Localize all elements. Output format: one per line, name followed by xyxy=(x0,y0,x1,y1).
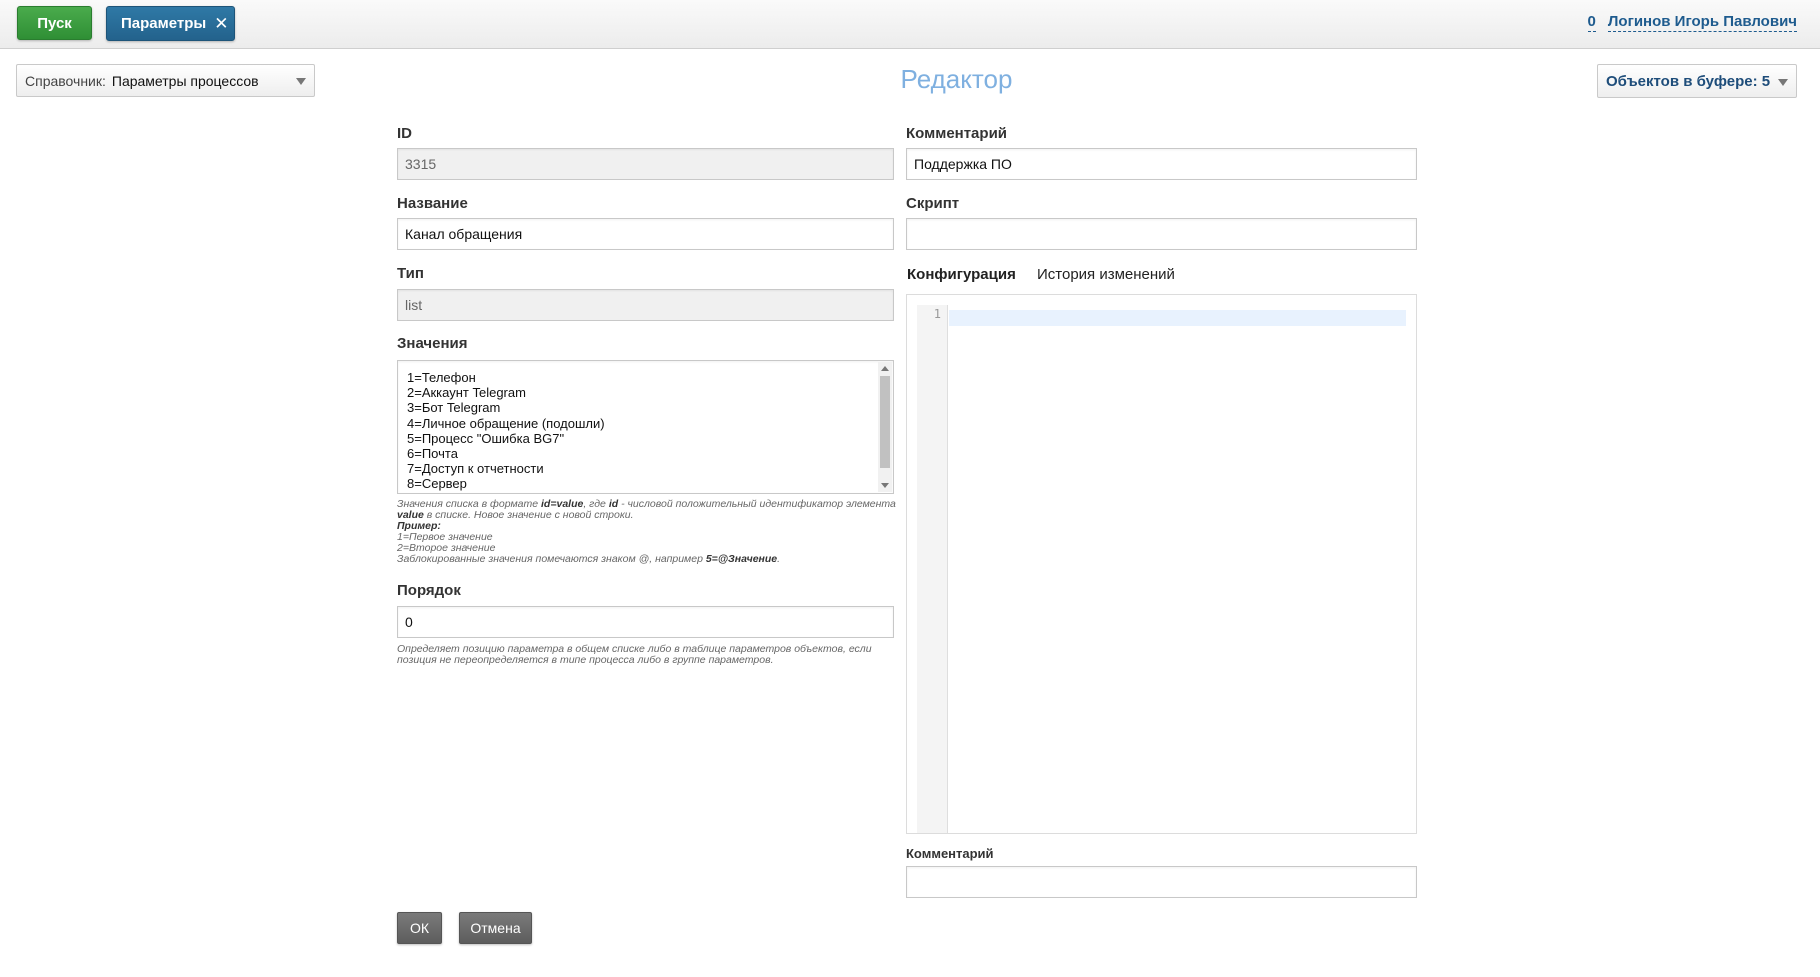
values-hint: Значения списка в формате id=value, где … xyxy=(397,499,897,565)
top-bar: Пуск Параметры ✕ 0 Логинов Игорь Павлови… xyxy=(0,0,1820,49)
id-field[interactable]: 3315 xyxy=(397,148,894,180)
scroll-up-icon[interactable] xyxy=(881,366,889,371)
values-hint-line-2: value в списке. Новое значение с новой с… xyxy=(397,509,634,521)
name-field[interactable]: Канал обращения xyxy=(397,218,894,250)
script-field[interactable] xyxy=(906,218,1417,250)
values-list: 1=Телефон 2=Аккаунт Telegram 3=Бот Telegra… xyxy=(398,361,893,492)
name-value: Канал обращения xyxy=(405,226,523,242)
id-label: ID xyxy=(397,125,412,142)
cancel-button[interactable]: Отмена xyxy=(459,912,532,944)
type-label: Тип xyxy=(397,265,424,282)
ok-button[interactable]: ОК xyxy=(397,912,442,944)
values-scrollbar[interactable] xyxy=(878,362,892,492)
values-textarea[interactable]: 1=Телефон 2=Аккаунт Telegram 3=Бот Telegra… xyxy=(397,360,894,494)
order-value: 0 xyxy=(405,614,413,630)
comment-value: Поддержка ПО xyxy=(914,156,1012,172)
scrollbar-thumb[interactable] xyxy=(880,376,890,468)
chevron-down-icon xyxy=(1778,79,1788,86)
page-title: Редактор xyxy=(900,64,1013,94)
scroll-down-icon[interactable] xyxy=(881,483,889,488)
name-label: Название xyxy=(397,195,468,212)
tab-parameters-label: Параметры xyxy=(121,15,207,32)
values-hint-line-6: Заблокированные значения помечаются знак… xyxy=(397,553,781,565)
buffer-select[interactable]: Объектов в буфере: 5 xyxy=(1597,64,1797,98)
id-value: 3315 xyxy=(405,156,437,172)
order-label: Порядок xyxy=(397,582,461,599)
line-number-gutter: 1 xyxy=(917,305,948,833)
user-area: 0 Логинов Игорь Павлович xyxy=(1587,12,1797,32)
values-list-item: 4=Личное обращение (подошли) xyxy=(407,415,605,431)
bottom-comment-label: Комментарий xyxy=(906,846,994,861)
tab-change-history[interactable]: История изменений xyxy=(1037,266,1175,283)
values-label: Значения xyxy=(397,335,468,352)
script-label: Скрипт xyxy=(906,195,960,212)
order-field[interactable]: 0 xyxy=(397,606,894,638)
type-value: list xyxy=(405,297,423,313)
buffer-select-label: Объектов в буфере: 5 xyxy=(1606,72,1771,90)
order-hint: Определяет позицию параметра в общем спи… xyxy=(397,644,897,666)
start-button-label: Пуск xyxy=(37,14,72,32)
notification-counter[interactable]: 0 xyxy=(1587,13,1596,32)
values-list-item: 8=Сервер xyxy=(407,476,467,492)
values-list-item: 1=Телефон xyxy=(407,370,476,385)
close-icon[interactable]: ✕ xyxy=(214,15,228,32)
tab-parameters[interactable]: Параметры ✕ xyxy=(106,6,235,41)
values-list-item: 6=Почта xyxy=(407,446,458,462)
config-code-editor[interactable]: 1 xyxy=(906,294,1417,834)
values-list-item: 5=Процесс "Ошибка BG7" xyxy=(407,430,565,446)
cancel-button-label: Отмена xyxy=(470,920,521,936)
start-button[interactable]: Пуск xyxy=(17,6,92,40)
values-list-item: 2=Аккаунт Telegram xyxy=(407,385,526,401)
values-list-item: 7=Доступ к отчетности xyxy=(407,461,544,477)
active-line-highlight xyxy=(949,310,1406,326)
tab-configuration[interactable]: Конфигурация xyxy=(907,266,1016,283)
comment-label: Комментарий xyxy=(906,125,1008,142)
type-field[interactable]: list xyxy=(397,289,894,321)
bottom-comment-field[interactable] xyxy=(906,866,1417,898)
comment-field[interactable]: Поддержка ПО xyxy=(906,148,1417,180)
values-list-item: 3=Бот Telegram xyxy=(407,400,501,416)
ok-button-label: ОК xyxy=(409,920,430,936)
order-hint-line-2: позиция не переопределяется в типе проце… xyxy=(397,654,774,666)
user-name-link[interactable]: Логинов Игорь Павлович xyxy=(1607,13,1797,32)
line-number: 1 xyxy=(933,307,941,321)
